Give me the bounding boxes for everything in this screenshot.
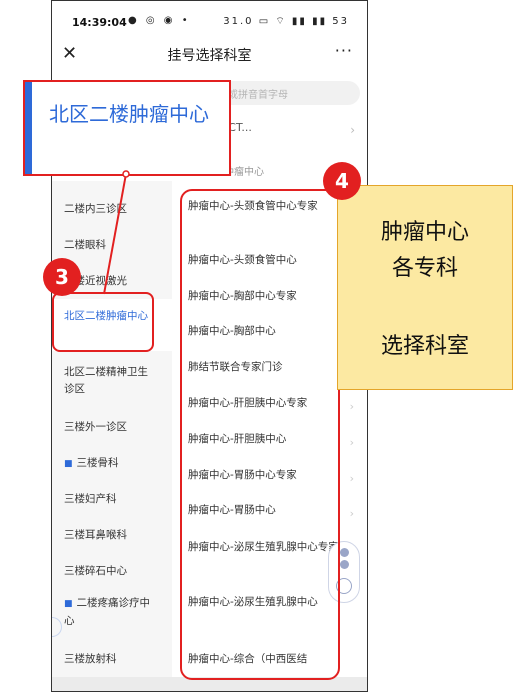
sidebar-item[interactable]: 三楼妇产科 bbox=[52, 491, 172, 508]
system-icons: 31.0 ▭ ⌔ ▮▮ ▮▮ 53 bbox=[223, 16, 349, 27]
chevron-right-icon: › bbox=[349, 400, 354, 413]
status-bar: 14:39:04 ● ◎ ◉ • 31.0 ▭ ⌔ ▮▮ ▮▮ 53 bbox=[52, 1, 367, 41]
nav-bar: ✕ 挂号选择科室 ··· bbox=[52, 41, 367, 71]
highlight-sidebar-item bbox=[52, 292, 154, 352]
sidebar-item[interactable]: 二楼眼科 bbox=[52, 237, 172, 254]
sidebar-item[interactable]: 三楼外一诊区 bbox=[52, 419, 172, 436]
dot-icon bbox=[340, 560, 349, 569]
more-icon[interactable]: ··· bbox=[335, 41, 353, 60]
sidebar-item[interactable]: ■ 三楼骨科 bbox=[52, 455, 172, 473]
note-line-1: 肿瘤中心 bbox=[380, 220, 469, 245]
active-indicator bbox=[25, 82, 32, 174]
sidebar-item[interactable]: ■ 二楼疼痛诊疗中心 bbox=[52, 595, 172, 630]
chevron-right-icon: › bbox=[349, 472, 354, 485]
bookmark-icon: ■ bbox=[64, 459, 73, 469]
sidebar-item[interactable]: 三楼耳鼻喉科 bbox=[52, 527, 172, 544]
note-line-2: 各专科 bbox=[391, 256, 458, 281]
bookmark-icon: ■ bbox=[64, 599, 73, 609]
sidebar: 二楼内三诊区 二楼眼科 二楼近视激光 北区二楼肿瘤中心 北区二楼精神卫生诊区 三… bbox=[52, 181, 172, 691]
notification-icons: ● ◎ ◉ • bbox=[128, 15, 191, 26]
step-badge-3: 3 bbox=[43, 258, 81, 296]
highlight-department-list bbox=[180, 189, 340, 680]
search-input[interactable]: 或拼音首字母 bbox=[220, 81, 360, 105]
page-title: 挂号选择科室 bbox=[167, 48, 252, 64]
step-badge-4: 4 bbox=[323, 162, 361, 200]
sidebar-item[interactable]: 北区二楼精神卫生诊区 bbox=[52, 364, 172, 398]
sidebar-item[interactable]: 三楼碎石中心 bbox=[52, 563, 172, 580]
dot-icon bbox=[340, 548, 349, 557]
status-time: 14:39:04 bbox=[72, 16, 127, 29]
chevron-right-icon: › bbox=[349, 436, 354, 449]
chevron-right-icon: › bbox=[350, 123, 355, 137]
zoom-callout-text: 北区二楼肿瘤中心 bbox=[49, 102, 209, 126]
annotation-note: 肿瘤中心 各专科 选择科室 bbox=[337, 185, 513, 390]
chevron-right-icon: › bbox=[349, 507, 354, 520]
sidebar-item[interactable]: 二楼内三诊区 bbox=[52, 201, 172, 218]
note-line-3: 选择科室 bbox=[380, 334, 469, 359]
zoom-callout: 北区二楼肿瘤中心 bbox=[23, 80, 231, 176]
sidebar-item[interactable]: 三楼放射科 bbox=[52, 651, 172, 668]
